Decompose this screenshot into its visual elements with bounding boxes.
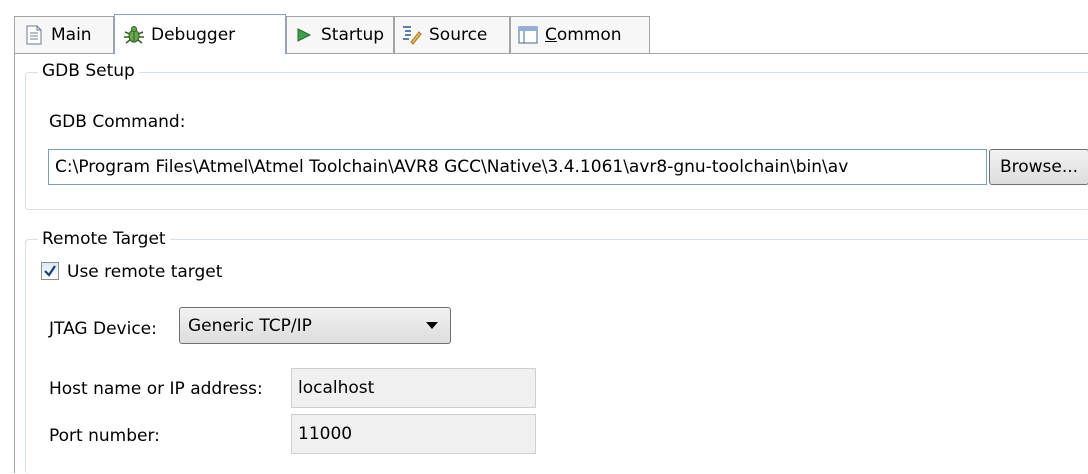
- checkmark-icon: [44, 265, 56, 277]
- tab-common-mnemonic: C: [545, 25, 557, 45]
- bug-icon: [123, 24, 145, 46]
- tab-common-label: Common: [545, 25, 622, 45]
- browse-button[interactable]: Browse...: [989, 149, 1088, 185]
- port-number-input[interactable]: 11000: [291, 414, 536, 454]
- jtag-device-select[interactable]: Generic TCP/IP: [179, 307, 451, 344]
- gdb-setup-group: [25, 72, 1088, 210]
- tab-debugger-label: Debugger: [151, 24, 236, 45]
- window-icon: [517, 24, 539, 46]
- tab-common-label-rest: ommon: [556, 25, 622, 45]
- browse-button-label: Browse...: [999, 157, 1079, 177]
- document-icon: [23, 24, 45, 46]
- gdb-command-input[interactable]: C:\Program Files\Atmel\Atmel Toolchain\A…: [48, 149, 987, 185]
- debugger-panel: GDB Setup GDB Command: C:\Program Files\…: [14, 54, 1088, 474]
- tab-startup[interactable]: Startup: [286, 16, 394, 53]
- tab-source[interactable]: Source: [394, 16, 510, 53]
- host-name-input[interactable]: localhost: [291, 368, 536, 408]
- tab-bar: Main Debugger Startup Source Common: [14, 14, 1088, 54]
- gdb-setup-legend: GDB Setup: [38, 58, 139, 82]
- use-remote-target-checkbox[interactable]: [41, 262, 59, 280]
- tab-startup-label: Startup: [321, 25, 385, 45]
- source-lookup-icon: [401, 24, 423, 46]
- jtag-device-value: Generic TCP/IP: [188, 315, 312, 336]
- gdb-command-label: GDB Command:: [49, 112, 186, 132]
- host-name-value: localhost: [298, 378, 375, 398]
- jtag-device-label: JTAG Device:: [49, 319, 157, 339]
- remote-target-legend: Remote Target: [38, 226, 170, 250]
- tab-source-label: Source: [429, 25, 488, 45]
- play-icon: [293, 24, 315, 46]
- host-name-label: Host name or IP address:: [49, 379, 263, 399]
- port-number-value: 11000: [298, 424, 353, 444]
- port-number-label: Port number:: [49, 426, 160, 446]
- chevron-down-icon: [426, 322, 438, 329]
- tab-main[interactable]: Main: [14, 16, 114, 53]
- tab-common[interactable]: Common: [510, 16, 650, 53]
- use-remote-target-label: Use remote target: [67, 262, 223, 282]
- tab-main-label: Main: [51, 25, 92, 45]
- tab-debugger[interactable]: Debugger: [114, 14, 286, 54]
- gdb-command-value: C:\Program Files\Atmel\Atmel Toolchain\A…: [55, 157, 849, 177]
